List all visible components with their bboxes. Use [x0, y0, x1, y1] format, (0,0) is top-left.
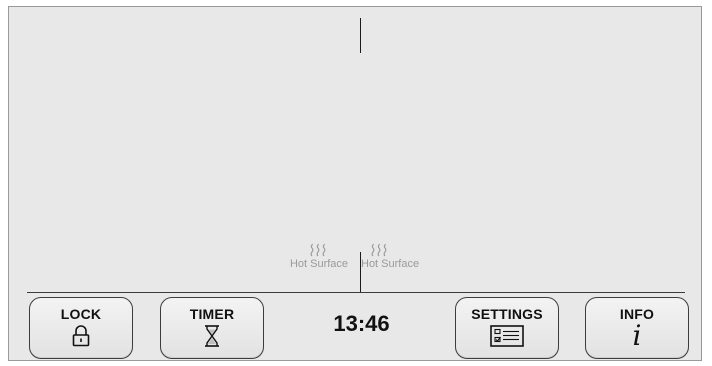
- heat-waves-icon: [310, 243, 326, 257]
- clock-display: 13:46: [333, 311, 390, 336]
- left-zone-hot-surface-indicator: Hot Surface: [279, 243, 359, 270]
- info-icon: i: [632, 319, 642, 352]
- padlock-icon: [72, 325, 90, 347]
- control-bar-divider: [27, 292, 685, 293]
- heat-waves-icon: [371, 243, 387, 257]
- timer-button[interactable]: TIMER: [160, 297, 264, 359]
- left-zone-status-label: Hot Surface: [289, 258, 349, 270]
- lock-button[interactable]: LOCK: [29, 297, 133, 359]
- settings-button[interactable]: SETTINGS: [455, 297, 559, 359]
- info-button[interactable]: INFO i: [585, 297, 689, 359]
- hourglass-icon: [205, 325, 219, 347]
- right-zone-hot-surface-indicator: Hot Surface: [361, 243, 441, 270]
- zone-divider-top: [360, 18, 361, 53]
- timer-button-label: TIMER: [189, 306, 235, 322]
- lock-button-label: LOCK: [60, 306, 102, 322]
- right-zone-status-label: Hot Surface: [361, 258, 420, 270]
- settings-button-label: SETTINGS: [471, 306, 543, 322]
- settings-checklist-icon: [490, 325, 524, 347]
- cooktop-display: Hot Surface Hot Surface LOCK TIMER 13:46: [8, 6, 702, 361]
